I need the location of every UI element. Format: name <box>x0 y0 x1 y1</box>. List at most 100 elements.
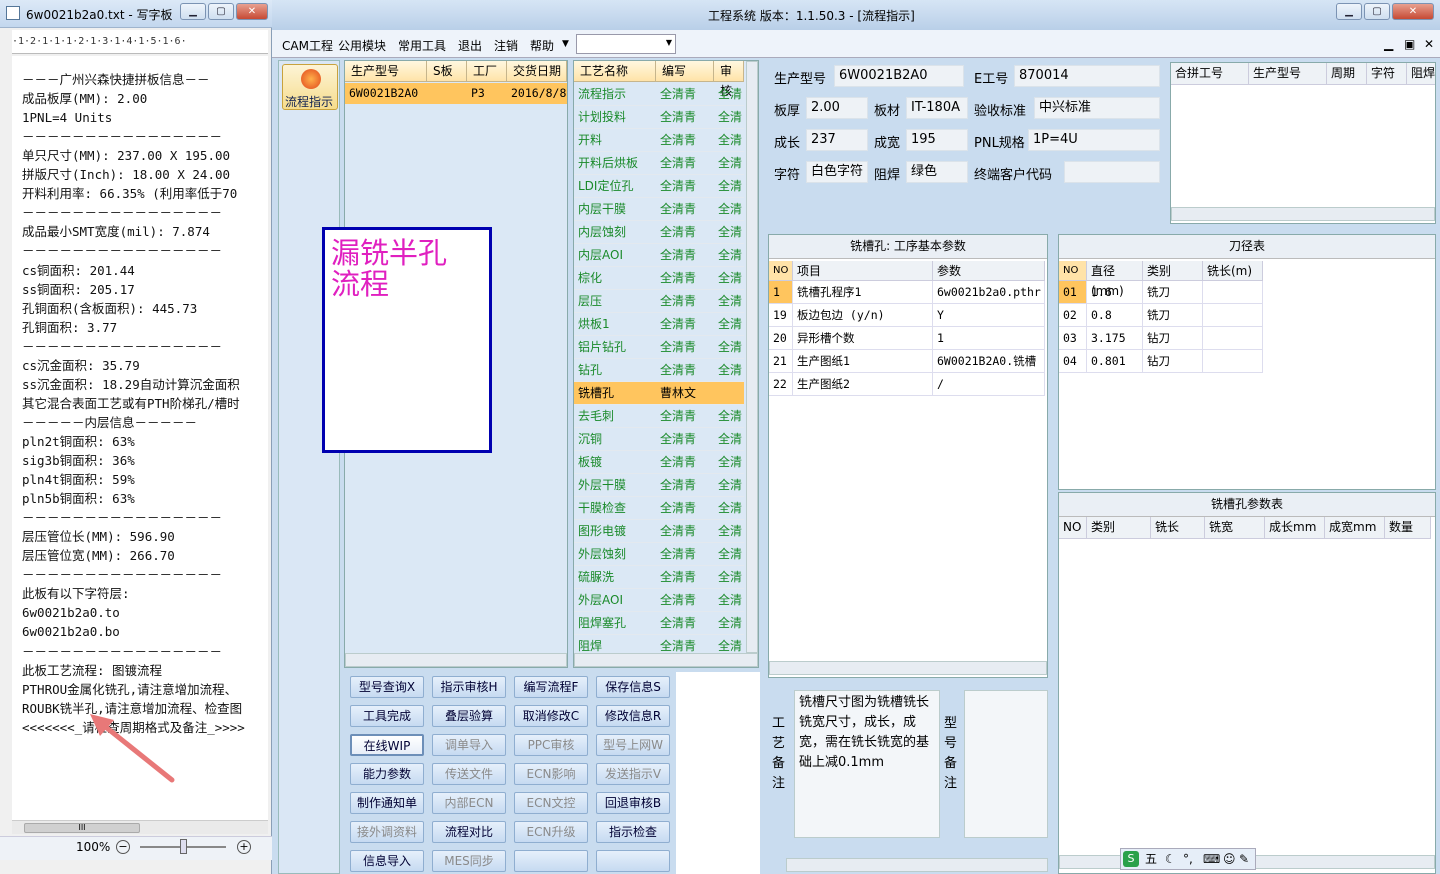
menu-tools[interactable]: 常用工具 <box>398 37 446 54</box>
action-button[interactable]: 保存信息S <box>596 676 670 698</box>
slot-header[interactable]: 铣长(mm) <box>1151 517 1205 539</box>
action-button[interactable]: 工具完成 <box>350 705 424 727</box>
params-cell[interactable]: 1 <box>933 327 1045 350</box>
action-button[interactable]: PPC审核 <box>514 734 588 756</box>
action-button[interactable]: 指示审核H <box>432 676 506 698</box>
merge-header[interactable]: 周期 <box>1327 63 1367 85</box>
action-button[interactable]: ECN影响 <box>514 763 588 785</box>
menu-cam[interactable]: CAM工程 <box>282 37 333 54</box>
slot-header[interactable]: 成长mm <box>1265 517 1325 539</box>
info-value-thickness[interactable]: 2.00 <box>806 97 868 119</box>
process-row[interactable]: 沉铜 全清青 全清 <box>574 428 744 451</box>
flow-indicator-button[interactable]: 流程指示 <box>282 64 338 110</box>
merge-header[interactable]: 字符 <box>1367 63 1407 85</box>
process-header[interactable]: 编写 <box>656 61 714 82</box>
orders-header[interactable]: 生产型号 <box>345 61 427 82</box>
main-titlebar[interactable]: 工程系统 版本：1.1.50.3 - [流程指示] ▁ ▢ ✕ <box>272 0 1440 30</box>
process-row[interactable]: LDI定位孔 全清青 全清 <box>574 175 744 198</box>
merge-hscroll[interactable] <box>1171 207 1435 221</box>
wrench-icon[interactable]: ✎ <box>1239 849 1249 869</box>
process-remark-text[interactable]: 铣槽尺寸图为铣槽铣长铣宽尺寸，成长，成宽，需在铣长铣宽的基础上减0.1mm <box>794 690 940 838</box>
process-row[interactable]: 计划投料 全清青 全清 <box>574 106 744 129</box>
moon-icon[interactable]: ☾ <box>1165 849 1176 869</box>
slot-header[interactable]: NO <box>1059 517 1087 539</box>
info-value-pnl[interactable]: 1P=4U <box>1028 129 1160 151</box>
main-maximize-button[interactable]: ▢ <box>1364 3 1390 20</box>
params-cell[interactable]: 生产图纸1 <box>793 350 933 373</box>
orders-header[interactable]: S板 <box>427 61 467 82</box>
action-button[interactable]: 编写流程F <box>514 676 588 698</box>
process-row[interactable]: 阻焊塞孔 全清青 全清 <box>574 612 744 635</box>
params-hscroll[interactable] <box>769 661 1047 675</box>
params-cell[interactable]: 6W0021B2A0.铣槽 <box>933 350 1045 373</box>
action-button[interactable]: 信息导入 <box>350 850 424 872</box>
minimize-button[interactable]: ▁ <box>180 3 206 20</box>
merge-table[interactable]: 合拼工号 生产型号 周期 字符 阻焊 <box>1170 62 1436 224</box>
tools-header[interactable]: 类别 <box>1143 261 1203 281</box>
action-button[interactable]: 取消修改C <box>514 705 588 727</box>
main-close-button[interactable]: ✕ <box>1392 3 1434 20</box>
process-row[interactable]: 铝片钻孔 全清青 全清 <box>574 336 744 359</box>
slot-header[interactable]: 铣宽(mm) <box>1205 517 1265 539</box>
action-button[interactable]: 叠层验算 <box>432 705 506 727</box>
mdi-close-button[interactable]: ✕ <box>1424 37 1434 51</box>
process-row[interactable]: 烘板1 全清青 全清 <box>574 313 744 336</box>
params-cell[interactable]: 异形槽个数 <box>793 327 933 350</box>
process-row[interactable]: 外层干膜 全清青 全清 <box>574 474 744 497</box>
action-button[interactable]: 能力参数 <box>350 763 424 785</box>
wordpad-titlebar[interactable]: 6w0021b2a0.txt - 写字板 ▁ ▢ ✕ <box>0 0 272 28</box>
process-row[interactable]: 外层AOI 全清青 全清 <box>574 589 744 612</box>
ruler[interactable]: ·1·2·1·1·1·2·1·3·1·4·1·5·1·6· <box>12 30 268 54</box>
info-value-wid[interactable]: 195 <box>906 129 968 151</box>
process-row[interactable]: 去毛刺 全清青 全清 <box>574 405 744 428</box>
process-grid[interactable]: 工艺名称 编写 审核 流程指示 全清青 全清 计划投料 全清青 全清 开料 全清青 全清 开料后烘板 全清… <box>573 60 759 668</box>
process-row[interactable]: 外层蚀刻 全清青 全清 <box>574 543 744 566</box>
process-row[interactable]: 图形电镀 全清青 全清 <box>574 520 744 543</box>
orders-header[interactable]: 工厂 <box>467 61 507 82</box>
info-value-standard[interactable]: 中兴标准 <box>1034 97 1160 119</box>
params-header[interactable]: 项目 <box>793 261 933 281</box>
action-button[interactable]: 指示检查 <box>596 821 670 843</box>
close-button[interactable]: ✕ <box>236 3 268 20</box>
zoom-in-icon[interactable]: + <box>237 840 251 854</box>
process-row[interactable]: 棕化 全清青 全清 <box>574 267 744 290</box>
main-minimize-button[interactable]: ▁ <box>1336 3 1362 20</box>
action-button[interactable]: 在线WIP <box>350 734 424 756</box>
remarks-hscroll[interactable] <box>786 858 1048 872</box>
chevron-down-icon[interactable]: ▼ <box>562 39 569 49</box>
slot-header[interactable]: 成宽mm <box>1325 517 1385 539</box>
ime-mode[interactable]: 五 <box>1145 849 1157 869</box>
action-button[interactable]: 型号查询X <box>350 676 424 698</box>
keyboard-icon[interactable]: ⌨ <box>1203 849 1220 869</box>
process-header[interactable]: 审核 <box>714 61 744 98</box>
mdi-restore-button[interactable]: ▣ <box>1404 37 1415 51</box>
zoom-out-icon[interactable]: − <box>116 840 130 854</box>
process-row[interactable]: 开料后烘板 全清青 全清 <box>574 152 744 175</box>
action-button[interactable] <box>514 850 588 872</box>
menu-combo[interactable]: ▼ <box>576 34 676 54</box>
params-cell[interactable]: 铣槽孔程序1 <box>793 281 933 304</box>
action-button[interactable]: 接外调资料 <box>350 821 424 843</box>
orders-header[interactable]: 交货日期 <box>507 61 567 82</box>
ime-punct[interactable]: °, <box>1183 849 1193 869</box>
process-row[interactable]: 流程指示 全清青 全清 <box>574 83 744 106</box>
action-button[interactable]: 内部ECN <box>432 792 506 814</box>
orders-row[interactable]: 6W0021B2A0 P3 2016/8/8 <box>345 83 567 104</box>
process-vscroll[interactable] <box>746 61 758 653</box>
info-value-mask[interactable]: 绿色 <box>906 161 968 183</box>
info-value-char[interactable]: 白色字符 <box>806 161 868 183</box>
process-row[interactable]: 层压 全清青 全清 <box>574 290 744 313</box>
action-button[interactable]: 回退审核B <box>596 792 670 814</box>
slot-header[interactable]: 类别 <box>1087 517 1151 539</box>
process-row[interactable]: 干膜检查 全清青 全清 <box>574 497 744 520</box>
process-row[interactable]: 硫脲洗 全清青 全清 <box>574 566 744 589</box>
tools-header[interactable]: 铣长(m) <box>1203 261 1263 281</box>
mdi-minimize-button[interactable]: ▁ <box>1384 37 1393 51</box>
info-value-len[interactable]: 237 <box>806 129 868 151</box>
params-header[interactable]: NO <box>769 261 793 281</box>
params-cell[interactable]: 板边包边 (y/n) <box>793 304 933 327</box>
info-value-material[interactable]: IT-180A <box>906 97 968 119</box>
scroll-thumb[interactable]: III <box>24 823 140 833</box>
params-cell[interactable]: Y <box>933 304 1045 327</box>
user-icon[interactable]: ☺ <box>1223 849 1236 869</box>
